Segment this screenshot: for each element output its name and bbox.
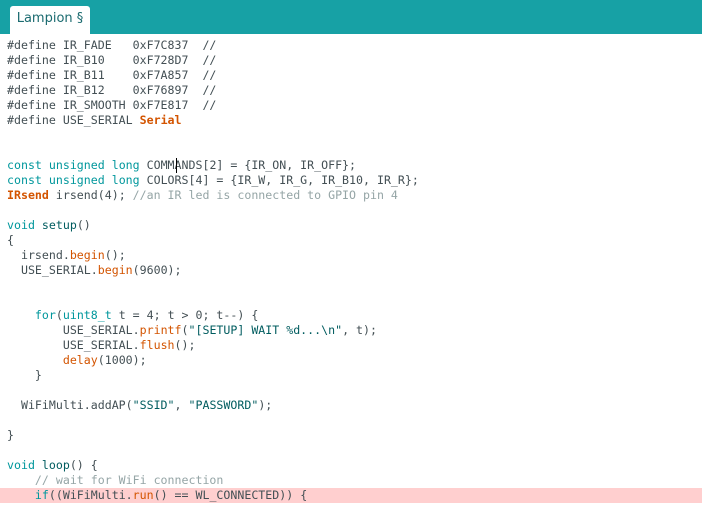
code-token: , t);: [342, 323, 377, 337]
code-line: {: [7, 233, 14, 248]
code-token: const: [7, 173, 42, 187]
code-token: printf: [139, 323, 182, 337]
code-token: );: [258, 398, 273, 412]
code-token: (1000);: [97, 353, 147, 367]
code-token: ,: [174, 398, 189, 412]
code-line: #define USE_SERIAL Serial: [7, 113, 182, 128]
code-line: void setup(): [7, 218, 91, 233]
code-line: irsend.begin();: [7, 248, 126, 263]
code-token: flush: [139, 338, 175, 352]
tab-lampion[interactable]: Lampion §: [10, 6, 90, 34]
code-line: #define IR_B12 0xF76897 //: [7, 83, 216, 98]
code-line: USE_SERIAL.begin(9600);: [7, 263, 182, 278]
code-token: uint8_t: [62, 308, 112, 322]
code-token: USE_SERIAL.: [7, 263, 98, 277]
code-token: }: [7, 368, 42, 382]
code-token: (9600);: [132, 263, 182, 277]
code-token: #define IR_SMOOTH 0xF7E817 //: [7, 98, 217, 112]
code-line: #define IR_B10 0xF728D7 //: [7, 53, 216, 68]
code-token: //an IR led is connected to GPIO pin 4: [132, 188, 398, 202]
code-line: WiFiMulti.addAP("SSID", "PASSWORD");: [7, 398, 272, 413]
code-token: unsigned: [48, 173, 105, 187]
code-token: ();: [104, 248, 126, 262]
code-line: delay(1000);: [7, 353, 147, 368]
code-editor[interactable]: #define IR_FADE 0xF7C837 //#define IR_B1…: [0, 34, 702, 507]
code-line: // wait for WiFi connection: [7, 473, 223, 488]
code-token: COMMANDS[2] = {IR_ON, IR_OFF};: [139, 158, 357, 172]
code-token: #define IR_B12 0xF76897 //: [7, 83, 217, 97]
code-token: (: [181, 323, 189, 337]
code-token: {: [7, 233, 14, 247]
code-token: () == WL_CONNECTED)) {: [153, 488, 308, 502]
code-line: }: [7, 428, 14, 443]
code-token: IRsend: [7, 188, 49, 202]
code-line: const unsigned long COMMANDS[2] = {IR_ON…: [7, 158, 356, 173]
code-line: USE_SERIAL.printf("[SETUP] WAIT %d...\n"…: [7, 323, 377, 338]
code-token: begin: [69, 248, 105, 262]
code-line: USE_SERIAL.flush();: [7, 338, 196, 353]
code-token: t = 4; t > 0; t--) {: [111, 308, 259, 322]
code-token: USE_SERIAL.: [7, 323, 140, 337]
code-token: unsigned: [48, 158, 105, 172]
code-token: #define IR_B10 0xF728D7 //: [7, 53, 217, 67]
code-token: }: [7, 428, 14, 442]
code-token: // wait for WiFi connection: [34, 473, 224, 487]
code-token: irsend(4);: [48, 188, 133, 202]
code-token: (: [55, 308, 63, 322]
code-token: if: [34, 488, 49, 502]
code-token: for: [34, 308, 56, 322]
code-line: #define IR_B11 0xF7A857 //: [7, 68, 216, 83]
code-token: irsend.: [7, 248, 70, 262]
code-token: const: [7, 158, 42, 172]
code-line: const unsigned long COLORS[4] = {IR_W, I…: [7, 173, 419, 188]
code-token: "[SETUP] WAIT %d...\n": [188, 323, 343, 337]
code-token: ();: [174, 338, 196, 352]
code-token: () {: [69, 458, 98, 472]
code-line: for(uint8_t t = 4; t > 0; t--) {: [7, 308, 258, 323]
code-token: begin: [97, 263, 133, 277]
tab-bar: Lampion §: [0, 0, 702, 34]
code-line: }: [7, 368, 42, 383]
code-token: void: [7, 218, 35, 232]
code-token: Serial: [139, 113, 182, 127]
code-token: loop: [41, 458, 70, 472]
code-line: #define IR_FADE 0xF7C837 //: [7, 38, 216, 53]
code-token: void: [7, 458, 35, 472]
code-token: #define USE_SERIAL: [7, 113, 140, 127]
code-line: if((WiFiMulti.run() == WL_CONNECTED)) {: [7, 488, 307, 503]
code-token: long: [111, 158, 140, 172]
code-token: WiFiMulti.addAP(: [7, 398, 133, 412]
text-cursor: [176, 158, 177, 173]
code-token: (): [76, 218, 91, 232]
code-token: long: [111, 173, 140, 187]
code-token: USE_SERIAL.: [7, 338, 140, 352]
code-token: #define IR_FADE 0xF7C837 //: [7, 38, 217, 52]
code-line: IRsend irsend(4); //an IR led is connect…: [7, 188, 398, 203]
code-line: #define IR_SMOOTH 0xF7E817 //: [7, 98, 216, 113]
code-token: COLORS[4] = {IR_W, IR_G, IR_B10, IR_R};: [139, 173, 419, 187]
code-token: ((WiFiMulti.: [48, 488, 133, 502]
code-token: setup: [41, 218, 77, 232]
code-token: "SSID": [132, 398, 175, 412]
code-token: "PASSWORD": [188, 398, 259, 412]
code-token: run: [132, 488, 154, 502]
code-line: void loop() {: [7, 458, 98, 473]
code-token: #define IR_B11 0xF7A857 //: [7, 68, 217, 82]
code-token: delay: [62, 353, 98, 367]
